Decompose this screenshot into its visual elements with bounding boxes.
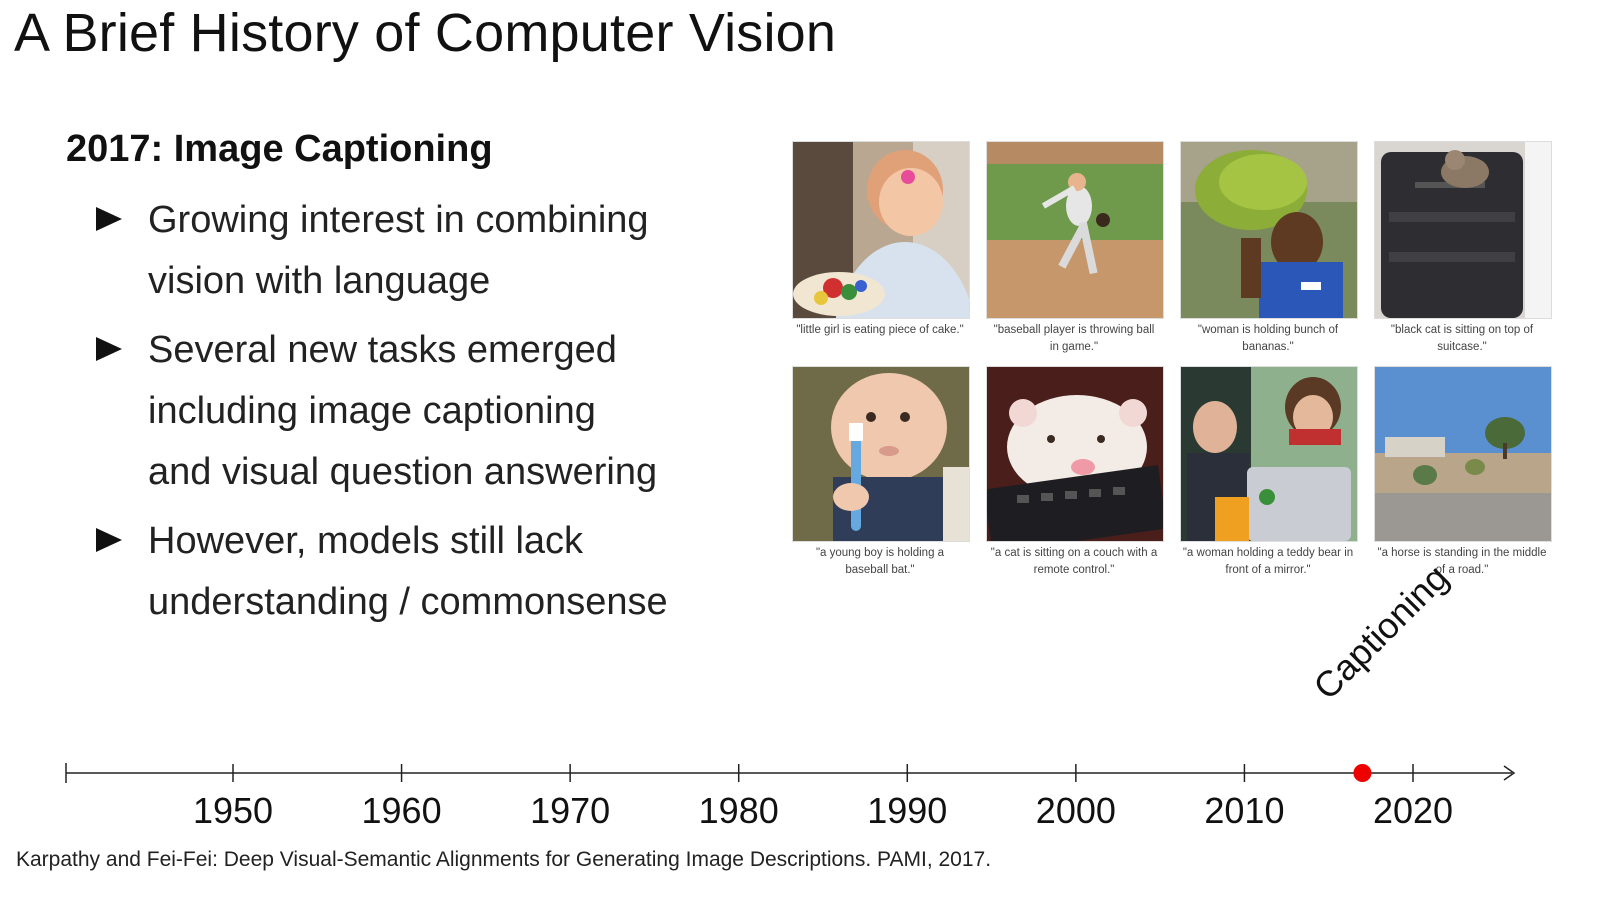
caption-example: "a woman holding a teddy bear in front o… (1180, 366, 1358, 579)
caption-line: "a horse is standing in the middle (1377, 547, 1547, 559)
timeline-year-label: 2010 (1204, 790, 1285, 831)
timeline-year-label: 1950 (192, 790, 274, 831)
caption-line: suitcase." (1437, 341, 1487, 353)
slide-title: A Brief History of Computer Vision (14, 3, 837, 63)
timeline-milestone-label: Captioning (1305, 556, 1457, 708)
bullet-line: including image captioning (148, 390, 596, 432)
timeline-year-label: 1980 (698, 790, 779, 831)
caption-example: "little girl is eating piece of cake." (792, 141, 970, 339)
bullet-line: understanding / commonsense (148, 581, 668, 623)
timeline-year-label: 1960 (361, 790, 442, 831)
timeline-year-label: 2000 (1035, 790, 1116, 831)
girl-with-cake-photo-icon (792, 141, 970, 319)
caption-example: "a cat is sitting on a couch with a remo… (986, 366, 1164, 579)
baby-with-toothbrush-photo-icon (792, 366, 970, 542)
bullet-line: vision with language (148, 260, 491, 302)
caption-example: "a young boy is holding a baseball bat." (792, 366, 970, 579)
bullet-list: Growing interest in combining vision wit… (96, 190, 736, 641)
caption-example: "black cat is sitting on top of suitcase… (1374, 141, 1552, 356)
caption-line: baseball bat." (845, 564, 915, 576)
caption-example: "a horse is standing in the middle of a … (1374, 366, 1552, 579)
bullet-line: Several new tasks emerged (148, 329, 617, 371)
caption-line: "black cat is sitting on top of (1390, 324, 1534, 336)
caption-line: "a cat is sitting on a couch with a (990, 547, 1158, 559)
caption-line: bananas." (1242, 341, 1294, 353)
caption-line: remote control." (1033, 564, 1115, 576)
bullet-item: Growing interest in combining vision wit… (96, 190, 736, 312)
caption-line: in game." (1049, 341, 1099, 353)
bullet-arrow-icon (96, 207, 122, 231)
bullet-item: Several new tasks emerged including imag… (96, 320, 736, 503)
bullet-arrow-icon (96, 528, 122, 552)
baseball-pitcher-photo-icon (986, 141, 1164, 319)
road-landscape-photo-icon (1374, 366, 1552, 542)
bullet-line: However, models still lack (148, 520, 584, 562)
timeline-year-label: 1990 (867, 790, 948, 831)
caption-line: "a young boy is holding a (815, 547, 945, 559)
woman-with-bananas-photo-icon (1180, 141, 1358, 319)
citation-reference: Karpathy and Fei-Fei: Deep Visual-Semant… (16, 848, 992, 871)
timeline-year-label: 2020 (1372, 790, 1454, 831)
ferret-on-remote-photo-icon (986, 366, 1164, 542)
cat-on-suitcase-photo-icon (1374, 141, 1552, 319)
timeline-milestone-marker (1353, 764, 1372, 782)
bullet-line: and visual question answering (148, 451, 658, 493)
people-with-laptop-photo-icon (1180, 366, 1358, 542)
caption-line: "woman is holding bunch of (1197, 324, 1339, 336)
caption-line: of a road." (1435, 564, 1489, 576)
slide-subtitle: 2017: Image Captioning (66, 128, 493, 170)
caption-line: "baseball player is throwing ball (993, 324, 1155, 336)
caption-line: "a woman holding a teddy bear in (1182, 547, 1354, 559)
bullet-item: However, models still lack understanding… (96, 511, 736, 633)
slide: A Brief History of Computer Vision 2017:… (0, 0, 1602, 910)
timeline-year-label: 1970 (530, 790, 611, 831)
caption-example: "baseball player is throwing ball in gam… (986, 141, 1164, 356)
caption-line: front of a mirror." (1225, 564, 1311, 576)
caption-line: "little girl is eating piece of cake." (796, 324, 964, 336)
caption-example: "woman is holding bunch of bananas." (1180, 141, 1358, 356)
timeline: 1950 1960 1970 1980 1990 2000 2010 2020 (0, 740, 1602, 840)
bullet-line: Growing interest in combining (148, 199, 649, 241)
bullet-arrow-icon (96, 337, 122, 361)
